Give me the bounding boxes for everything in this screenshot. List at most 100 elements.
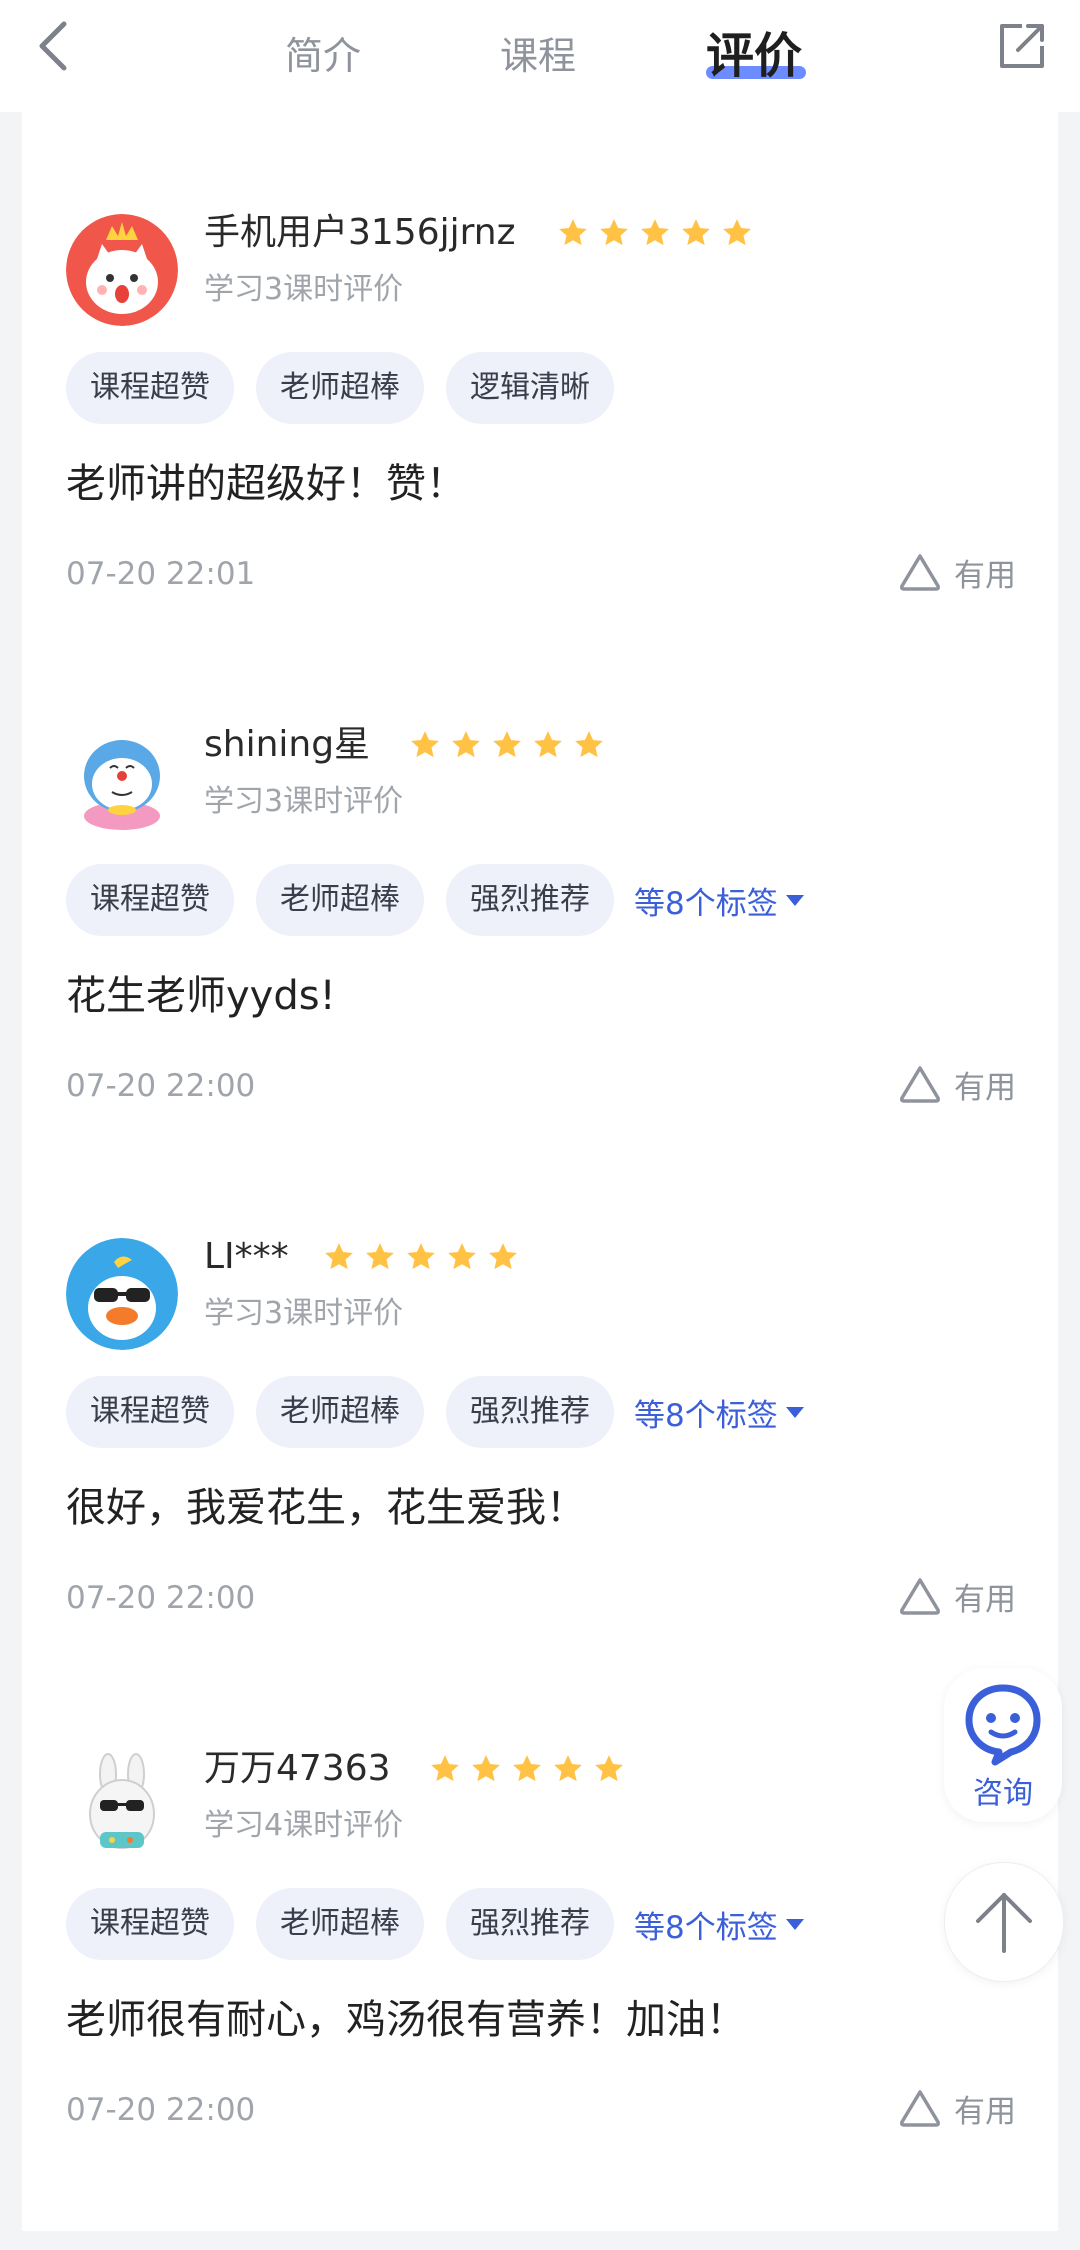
tag: 课程超赞 xyxy=(66,1888,234,1960)
tab-intro[interactable]: 简介 xyxy=(285,26,361,86)
avatar[interactable] xyxy=(66,1238,178,1350)
consult-label: 咨询 xyxy=(973,1776,1033,1811)
review-item: LI*** 学习3课时评价 课程超赞 老师超棒 强烈推荐 等8个标签 很好，我爱… xyxy=(22,1236,1058,1738)
consult-button[interactable]: 咨询 xyxy=(944,1668,1062,1822)
useful-label: 有用 xyxy=(954,1581,1016,1618)
useful-label: 有用 xyxy=(954,1069,1016,1106)
study-meta: 学习3课时评价 xyxy=(204,784,404,819)
useful-icon xyxy=(900,2090,940,2127)
tag-list: 课程超赞 老师超棒 强烈推荐 等8个标签 xyxy=(66,1376,804,1448)
back-button[interactable] xyxy=(30,18,80,74)
tag: 课程超赞 xyxy=(66,352,234,424)
reviews-card: 手机用户3156jjrnz 学习3课时评价 课程超赞 老师超棒 逻辑清晰 老师讲… xyxy=(22,100,1058,2231)
useful-button[interactable]: 有用 xyxy=(898,2084,1016,2132)
tag: 老师超棒 xyxy=(256,864,424,936)
useful-button[interactable]: 有用 xyxy=(898,548,1016,596)
tag: 老师超棒 xyxy=(256,352,424,424)
back-to-top-button[interactable] xyxy=(944,1862,1064,1982)
consult-icon xyxy=(965,1684,1041,1766)
tag: 老师超棒 xyxy=(256,1376,424,1448)
useful-label: 有用 xyxy=(954,557,1016,594)
tab-course[interactable]: 课程 xyxy=(500,26,576,86)
more-tags-toggle[interactable]: 等8个标签 xyxy=(634,1390,804,1435)
review-date: 07-20 22:01 xyxy=(66,556,256,592)
star-icon xyxy=(431,1755,459,1782)
star-icon xyxy=(489,1243,517,1270)
star-icon xyxy=(641,219,669,246)
share-button[interactable] xyxy=(994,18,1050,74)
tag: 强烈推荐 xyxy=(446,864,614,936)
tag: 强烈推荐 xyxy=(446,1888,614,1960)
star-icon xyxy=(493,731,521,758)
rabbit-avatar-image xyxy=(66,1750,178,1862)
study-meta: 学习3课时评价 xyxy=(204,1296,404,1331)
study-meta: 学习3课时评价 xyxy=(204,272,404,307)
star-icon xyxy=(682,219,710,246)
share-icon xyxy=(1000,24,1044,68)
more-tags-label: 等8个标签 xyxy=(634,885,778,922)
tag: 逻辑清晰 xyxy=(446,352,614,424)
more-tags-toggle[interactable]: 等8个标签 xyxy=(634,878,804,923)
star-icon xyxy=(723,219,751,246)
star-icon xyxy=(554,1755,582,1782)
tag: 课程超赞 xyxy=(66,1376,234,1448)
caret-down-icon xyxy=(785,1918,804,1930)
star-icon xyxy=(559,219,587,246)
star-icon xyxy=(534,731,562,758)
review-date: 07-20 22:00 xyxy=(66,2092,256,2128)
star-icon xyxy=(411,731,439,758)
avatar[interactable] xyxy=(66,1750,178,1862)
caret-down-icon xyxy=(785,1406,804,1418)
doraemon-avatar-image xyxy=(66,726,178,838)
cat-avatar-image xyxy=(66,214,178,326)
useful-button[interactable]: 有用 xyxy=(898,1572,1016,1620)
tag-list: 课程超赞 老师超棒 强烈推荐 等8个标签 xyxy=(66,864,804,936)
tag-list: 课程超赞 老师超棒 逻辑清晰 xyxy=(66,352,636,424)
useful-button[interactable]: 有用 xyxy=(898,1060,1016,1108)
useful-icon xyxy=(900,1578,940,1615)
review-content: 花生老师yyds! xyxy=(66,973,336,1019)
star-icon xyxy=(452,731,480,758)
username: LI*** xyxy=(204,1236,289,1277)
star-icon xyxy=(513,1755,541,1782)
tag: 老师超棒 xyxy=(256,1888,424,1960)
top-nav-bar: 简介 课程 评价 xyxy=(0,0,1080,112)
avatar[interactable] xyxy=(66,214,178,326)
review-date: 07-20 22:00 xyxy=(66,1068,256,1104)
star-icon xyxy=(448,1243,476,1270)
tab-review[interactable]: 评价 xyxy=(706,26,802,86)
star-icon xyxy=(595,1755,623,1782)
star-icon xyxy=(600,219,628,246)
review-content: 很好，我爱花生，花生爱我！ xyxy=(66,1485,586,1531)
review-content: 老师讲的超级好！赞！ xyxy=(66,461,466,507)
back-icon xyxy=(39,21,67,71)
star-icon xyxy=(575,731,603,758)
star-icon xyxy=(407,1243,435,1270)
star-rating xyxy=(428,1752,633,1786)
useful-icon xyxy=(900,554,940,591)
more-tags-label: 等8个标签 xyxy=(634,1909,778,1946)
review-item: 手机用户3156jjrnz 学习3课时评价 课程超赞 老师超棒 逻辑清晰 老师讲… xyxy=(22,212,1058,714)
more-tags-label: 等8个标签 xyxy=(634,1397,778,1434)
star-icon xyxy=(472,1755,500,1782)
tag-list: 课程超赞 老师超棒 强烈推荐 等8个标签 xyxy=(66,1888,804,1960)
caret-down-icon xyxy=(785,894,804,906)
username: 万万47363 xyxy=(204,1748,391,1789)
review-item: shining星 学习3课时评价 课程超赞 老师超棒 强烈推荐 等8个标签 花生… xyxy=(22,724,1058,1226)
arrow-up-icon xyxy=(976,1893,1032,1953)
star-rating xyxy=(408,728,613,762)
duck-avatar-image xyxy=(66,1238,178,1350)
star-icon xyxy=(325,1243,353,1270)
avatar[interactable] xyxy=(66,726,178,838)
useful-label: 有用 xyxy=(954,2093,1016,2130)
star-rating xyxy=(556,216,761,250)
username: shining星 xyxy=(204,724,371,765)
review-date: 07-20 22:00 xyxy=(66,1580,256,1616)
review-item: 万万47363 学习4课时评价 课程超赞 老师超棒 强烈推荐 等8个标签 老师很… xyxy=(22,1748,1058,2250)
username: 手机用户3156jjrnz xyxy=(204,212,516,253)
star-rating xyxy=(322,1240,527,1274)
star-icon xyxy=(366,1243,394,1270)
study-meta: 学习4课时评价 xyxy=(204,1808,404,1843)
useful-icon xyxy=(900,1066,940,1103)
more-tags-toggle[interactable]: 等8个标签 xyxy=(634,1902,804,1947)
